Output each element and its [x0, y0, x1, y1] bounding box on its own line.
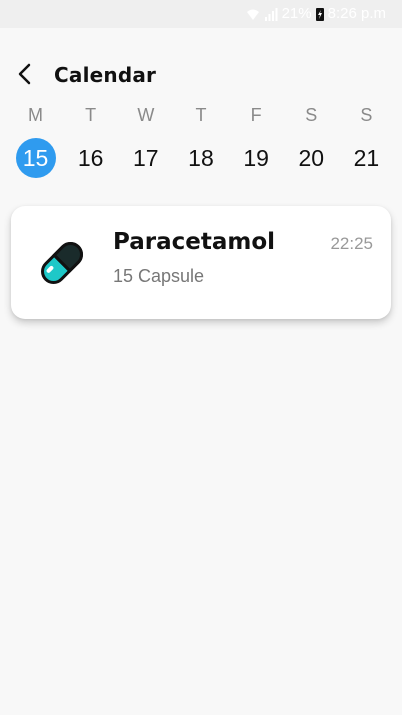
day-thursday[interactable]: T 18 — [173, 100, 228, 178]
week-strip: M 15 T 16 W 17 T 18 F 19 S 20 S 21 — [8, 100, 394, 178]
medication-time: 22:25 — [330, 234, 373, 253]
day-number: 18 — [188, 145, 214, 171]
day-sunday[interactable]: S 21 — [339, 100, 394, 178]
day-number: 20 — [298, 145, 325, 171]
capsule-icon — [35, 236, 89, 290]
status-bar: 21% 8:26 p.m — [0, 0, 402, 28]
day-number-selected: 15 — [15, 138, 56, 178]
day-number: 17 — [133, 145, 159, 171]
day-letter: S — [305, 105, 318, 125]
day-letter: T — [195, 105, 207, 125]
chevron-left-icon — [17, 63, 33, 89]
day-friday[interactable]: F 19 — [229, 100, 284, 178]
medication-name: Paracetamol — [113, 229, 276, 255]
medication-card[interactable]: Paracetamol 15 Capsule 22:25 — [11, 206, 391, 319]
day-number: 21 — [353, 145, 380, 171]
day-wednesday[interactable]: W 17 — [118, 100, 173, 178]
day-number: 19 — [243, 145, 269, 171]
day-letter: M — [28, 105, 43, 125]
header: Calendar — [0, 60, 402, 92]
day-monday[interactable]: M 15 — [8, 100, 63, 178]
day-number: 16 — [77, 145, 104, 171]
day-letter: T — [85, 105, 97, 125]
day-letter: F — [250, 105, 262, 125]
status-indicators: 21% 8:26 p.m — [246, 5, 386, 22]
battery-percent: 21% — [281, 5, 312, 22]
page-title: Calendar — [54, 63, 157, 87]
charging-icon — [315, 7, 324, 21]
signal-icon — [264, 7, 278, 21]
day-tuesday[interactable]: T 16 — [63, 100, 118, 178]
back-button[interactable] — [12, 62, 38, 90]
medication-dose: 15 Capsule — [113, 266, 205, 286]
day-letter: W — [137, 105, 155, 125]
day-letter: S — [360, 105, 373, 125]
status-time: 8:26 p.m — [327, 5, 386, 22]
day-saturday[interactable]: S 20 — [284, 100, 339, 178]
wifi-icon — [246, 7, 260, 21]
